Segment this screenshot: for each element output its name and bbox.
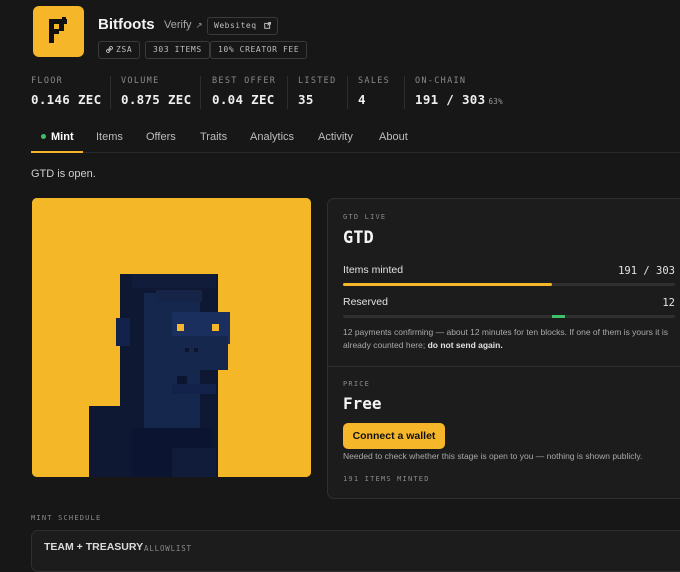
tab-label: About — [379, 131, 408, 143]
tab-label: Mint — [51, 131, 74, 143]
tab-items[interactable]: Items — [96, 131, 123, 143]
stat-label: ON-CHAIN — [415, 76, 467, 86]
stat-sales: SALES 4 — [358, 76, 390, 107]
bitfoots-logo-icon — [49, 17, 67, 43]
stat-listed: LISTED 35 — [298, 76, 337, 107]
pixel-ape-image — [32, 198, 311, 477]
stage-notice: GTD is open. — [31, 168, 96, 180]
stat-on-chain: ON-CHAIN 191 / 303 63% — [415, 76, 503, 107]
schedule-stage-name: TEAM + TREASURY — [44, 541, 144, 553]
stat-value: 35 — [298, 92, 314, 107]
tab-label: Offers — [146, 131, 176, 143]
reserved-label: Reserved — [343, 296, 388, 308]
link-icon — [105, 45, 114, 53]
items-minted-progress — [343, 283, 675, 286]
website-link[interactable]: Websiteq — [207, 17, 278, 35]
tab-label: Traits — [200, 131, 228, 143]
mint-panel: GTD LIVE GTD Items minted 191 / 303 Rese… — [327, 198, 680, 499]
stat-label: FLOOR — [31, 76, 64, 86]
reserved-progress-mark — [552, 315, 565, 318]
items-minted-label: Items minted — [343, 264, 404, 276]
stat-value: 0.04 ZEC — [212, 92, 275, 107]
live-dot-icon — [41, 134, 46, 139]
schedule-stage-tag: ALLOWLIST — [144, 544, 192, 553]
payments-note: 12 payments confirming — about 12 minute… — [343, 326, 677, 352]
stat-percent: 63% — [488, 97, 503, 106]
stat-value-main: 191 / 303 — [415, 92, 486, 107]
tab-label: Items — [96, 131, 123, 143]
tab-analytics[interactable]: Analytics — [250, 131, 294, 143]
tab-activity[interactable]: Activity — [318, 131, 353, 143]
panel-divider — [328, 366, 680, 367]
payments-note-text: 12 payments confirming — about 12 minute… — [343, 327, 669, 350]
external-link-icon — [264, 21, 271, 29]
payments-note-warning: do not send again. — [427, 340, 503, 350]
connect-wallet-note: Needed to check whether this stage is op… — [343, 451, 643, 461]
schedule-stage-card[interactable]: TEAM + TREASURY ALLOWLIST — [31, 530, 680, 572]
stat-divider — [200, 76, 201, 109]
active-tab-indicator — [31, 151, 83, 153]
external-arrow-icon: ↗ — [193, 21, 203, 30]
stat-label: VOLUME — [121, 76, 160, 86]
stat-divider — [110, 76, 111, 109]
price-value: Free — [343, 394, 382, 413]
stat-value: 191 / 303 63% — [415, 92, 503, 107]
stage-name: GTD — [343, 228, 374, 248]
chip-creator-fee: 10% CREATOR FEE — [210, 41, 308, 59]
stage-status-label: GTD LIVE — [343, 213, 387, 221]
stat-divider — [347, 76, 348, 109]
price-label: PRICE — [343, 380, 371, 388]
minted-count-footer: 191 ITEMS MINTED — [343, 475, 430, 483]
nft-artwork — [32, 198, 311, 477]
chip-label: 10% CREATOR FEE — [218, 45, 300, 54]
collection-name: Bitfoots — [98, 16, 155, 33]
collection-logo — [33, 6, 84, 57]
chip-label: 303 ITEMS — [153, 45, 202, 54]
mint-schedule-label: MINT SCHEDULE — [31, 514, 102, 522]
stat-volume: VOLUME 0.875 ZEC — [121, 76, 191, 107]
verify-label: Verify — [164, 19, 192, 31]
stat-divider — [287, 76, 288, 109]
reserved-value: 12 — [662, 297, 675, 309]
tab-label: Activity — [318, 131, 353, 143]
tab-label: Analytics — [250, 131, 295, 143]
tab-traits[interactable]: Traits — [200, 131, 227, 143]
reserved-progress — [343, 315, 675, 318]
chip-label: ZSA — [116, 45, 133, 54]
chip-zsa: ZSA — [98, 41, 141, 59]
stat-label: SALES — [358, 76, 391, 86]
stat-value: 4 — [358, 92, 366, 107]
stat-divider — [404, 76, 405, 109]
connect-wallet-button[interactable]: Connect a wallet — [343, 423, 445, 449]
chip-items: 303 ITEMS — [145, 41, 210, 59]
stat-label: BEST OFFER — [212, 76, 277, 86]
items-minted-value: 191 / 303 — [618, 265, 675, 277]
stat-best-offer: BEST OFFER 0.04 ZEC — [212, 76, 276, 107]
stat-label: LISTED — [298, 76, 337, 86]
tabs-divider — [31, 152, 680, 153]
items-minted-progress-fill — [343, 283, 553, 286]
stat-floor: FLOOR 0.146 ZEC — [31, 76, 101, 107]
website-label: Websiteq — [214, 21, 257, 30]
stat-value: 0.146 ZEC — [31, 92, 102, 107]
tab-offers[interactable]: Offers — [146, 131, 176, 143]
tab-about[interactable]: About — [379, 131, 408, 143]
stat-value: 0.875 ZEC — [121, 92, 192, 107]
tab-mint[interactable]: Mint — [41, 131, 74, 143]
verify-link[interactable]: Verify ↗ — [164, 19, 202, 31]
